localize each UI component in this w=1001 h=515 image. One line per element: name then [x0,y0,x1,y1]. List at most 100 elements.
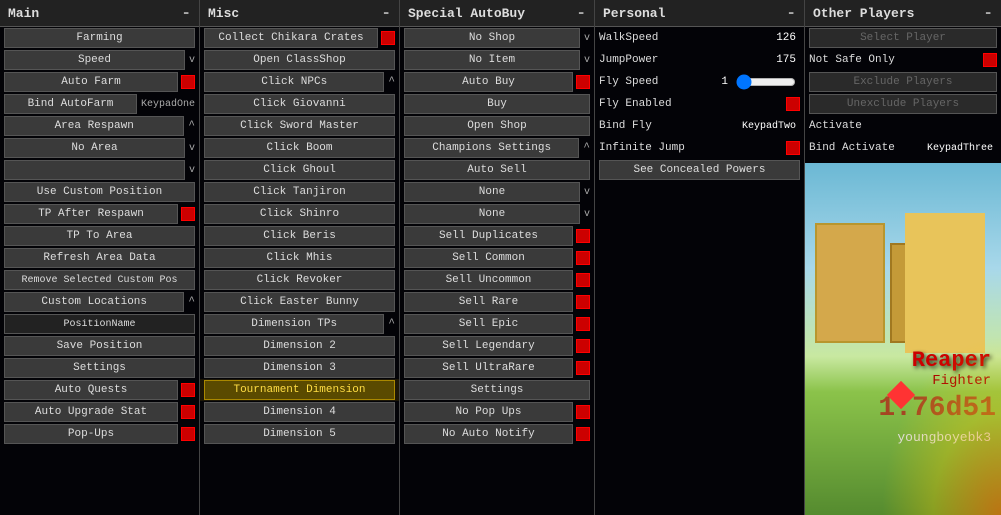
sell-none-1-suffix: v [584,187,590,198]
dimension-tps-button[interactable]: Dimension TPs [204,314,384,334]
settings-button-main[interactable]: Settings [4,358,195,378]
farming-button[interactable]: Farming [4,28,195,48]
sell-epic-button[interactable]: Sell Epic [404,314,573,334]
open-shop-button[interactable]: Open Shop [404,116,590,136]
popups-button[interactable]: Pop-Ups [4,424,178,444]
click-giovanni-row: Click Giovanni [200,93,399,115]
click-boom-button[interactable]: Click Boom [204,138,395,158]
save-position-button[interactable]: Save Position [4,336,195,356]
sell-common-button[interactable]: Sell Common [404,248,573,268]
sell-none-2-button[interactable]: None [404,204,580,224]
no-shop-button[interactable]: No Shop [404,28,580,48]
auto-buy-button[interactable]: Auto Buy [404,72,573,92]
click-giovanni-button[interactable]: Click Giovanni [204,94,395,114]
open-classshop-button[interactable]: Open ClassShop [204,50,395,70]
click-sword-master-button[interactable]: Click Sword Master [204,116,395,136]
champions-settings-button[interactable]: Champions Settings [404,138,579,158]
personal-panel: Personal - WalkSpeed 126 JumpPower 175 F… [595,0,805,515]
click-npcs-button[interactable]: Click NPCs [204,72,384,92]
click-revoker-button[interactable]: Click Revoker [204,270,395,290]
sell-ultrarare-toggle[interactable] [576,361,590,375]
dimension-4-button[interactable]: Dimension 4 [204,402,395,422]
special-panel: Special AutoBuy - No Shop v No Item v Au… [400,0,595,515]
tp-after-respawn-row: TP After Respawn [0,203,199,225]
sell-rare-button[interactable]: Sell Rare [404,292,573,312]
auto-quests-toggle[interactable] [181,383,195,397]
auto-upgrade-stat-button[interactable]: Auto Upgrade Stat [4,402,178,422]
dimension-3-button[interactable]: Dimension 3 [204,358,395,378]
bind-autofarm-button[interactable]: Bind AutoFarm [4,94,137,114]
tp-after-respawn-toggle[interactable] [181,207,195,221]
effect-glow [881,335,1001,515]
not-safe-only-toggle[interactable] [983,53,997,67]
dimension-2-button[interactable]: Dimension 2 [204,336,395,356]
personal-minimize[interactable]: - [786,4,796,22]
refresh-area-button[interactable]: Refresh Area Data [4,248,195,268]
sell-duplicates-toggle[interactable] [576,229,590,243]
infinite-jump-toggle[interactable] [786,141,800,155]
no-pop-ups-button[interactable]: No Pop Ups [404,402,573,422]
tournament-dimension-button[interactable]: Tournament Dimension [204,380,395,400]
auto-upgrade-stat-toggle[interactable] [181,405,195,419]
personal-panel-header: Personal - [595,0,804,27]
remove-custom-pos-button[interactable]: Remove Selected Custom Pos [4,270,195,290]
auto-buy-toggle[interactable] [576,75,590,89]
no-auto-notify-toggle[interactable] [576,427,590,441]
click-ghoul-button[interactable]: Click Ghoul [204,160,395,180]
fly-enabled-label: Fly Enabled [599,98,783,110]
exclude-players-row: Exclude Players [805,71,1001,93]
speed-button[interactable]: Speed [4,50,185,70]
position-name-input[interactable] [4,314,195,334]
sell-uncommon-button[interactable]: Sell Uncommon [404,270,573,290]
buy-button[interactable]: Buy [404,94,590,114]
sell-none-1-button[interactable]: None [404,182,580,202]
settings-button-special[interactable]: Settings [404,380,590,400]
other-minimize[interactable]: - [983,4,993,22]
no-item-button[interactable]: No Item [404,50,580,70]
no-auto-notify-button[interactable]: No Auto Notify [404,424,573,444]
popups-toggle[interactable] [181,427,195,441]
sell-uncommon-toggle[interactable] [576,273,590,287]
click-shinro-button[interactable]: Click Shinro [204,204,395,224]
sell-duplicates-row: Sell Duplicates [400,225,594,247]
sell-legendary-button[interactable]: Sell Legendary [404,336,573,356]
empty-v-button[interactable] [4,160,185,180]
sell-common-toggle[interactable] [576,251,590,265]
unexclude-players-button[interactable]: Unexclude Players [809,94,997,114]
area-respawn-button[interactable]: Area Respawn [4,116,184,136]
dimension-5-button[interactable]: Dimension 5 [204,424,395,444]
other-title: Other Players [813,6,914,21]
no-area-suffix: v [189,143,195,154]
exclude-players-button[interactable]: Exclude Players [809,72,997,92]
click-tanjiron-button[interactable]: Click Tanjiron [204,182,395,202]
no-area-button[interactable]: No Area [4,138,185,158]
misc-minimize[interactable]: - [381,4,391,22]
no-pop-ups-toggle[interactable] [576,405,590,419]
collect-chikara-button[interactable]: Collect Chikara Crates [204,28,378,48]
auto-sell-button[interactable]: Auto Sell [404,160,590,180]
main-minimize[interactable]: - [181,4,191,22]
collect-chikara-toggle[interactable] [381,31,395,45]
click-npcs-caret: ^ [388,76,395,88]
tp-after-respawn-button[interactable]: TP After Respawn [4,204,178,224]
see-concealed-button[interactable]: See Concealed Powers [599,160,800,180]
select-player-button[interactable]: Select Player [809,28,997,48]
sell-epic-toggle[interactable] [576,317,590,331]
sell-rare-toggle[interactable] [576,295,590,309]
fly-enabled-toggle[interactable] [786,97,800,111]
click-easter-bunny-button[interactable]: Click Easter Bunny [204,292,395,312]
auto-quests-button[interactable]: Auto Quests [4,380,178,400]
use-custom-pos-button[interactable]: Use Custom Position [4,182,195,202]
other-panel-content: Select Player Not Safe Only Exclude Play… [805,27,1001,515]
click-mhis-button[interactable]: Click Mhis [204,248,395,268]
sell-ultrarare-button[interactable]: Sell UltraRare [404,358,573,378]
autofarm-toggle[interactable] [181,75,195,89]
sell-duplicates-button[interactable]: Sell Duplicates [404,226,573,246]
tp-to-area-button[interactable]: TP To Area [4,226,195,246]
special-minimize[interactable]: - [576,4,586,22]
flyspeed-slider[interactable] [736,74,796,90]
click-beris-button[interactable]: Click Beris [204,226,395,246]
sell-legendary-toggle[interactable] [576,339,590,353]
custom-locations-button[interactable]: Custom Locations [4,292,184,312]
autofarm-button[interactable]: Auto Farm [4,72,178,92]
